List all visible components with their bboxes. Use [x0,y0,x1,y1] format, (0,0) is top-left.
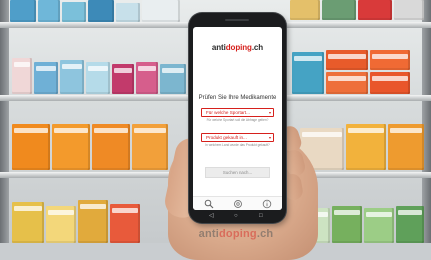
product-box [12,124,50,170]
product-box [326,50,368,70]
logo-part-anti: anti [211,43,226,52]
sport-select-label: Für welche Sportart... [206,110,250,115]
app-screen: antidoping.ch Prüfen Sie Ihre Medikament… [193,27,282,210]
product-box [292,52,324,94]
country-hint: In welchem Land wurde das Produkt gekauf… [205,143,270,147]
home-icon[interactable]: ○ [234,212,238,221]
product-box [34,62,58,94]
product-box [12,202,44,243]
app-logo: antidoping.ch [193,43,282,52]
country-select-label: Produkt gekauft in... [206,135,247,140]
product-box [12,58,32,94]
brand-watermark: antidoping.ch [191,228,281,240]
logo-part-doping: doping [225,43,252,52]
product-box [52,124,90,170]
product-box [388,124,424,170]
sport-select[interactable]: Für welche Sportart... ▾ [201,108,274,117]
info-icon[interactable] [262,199,272,209]
page-title: Prüfen Sie Ihre Medikamente [198,95,277,101]
product-box [364,208,394,243]
sport-hint: Für welche Sportart soll die Abfrage gel… [206,118,269,122]
watermark-part-anti: anti [198,228,219,240]
chevron-down-icon: ▾ [268,135,271,140]
watermark-part-ch: .ch [256,228,274,240]
settings-icon[interactable] [233,199,243,209]
product-box [346,124,386,170]
product-box [38,0,60,22]
product-box [60,60,84,94]
product-box [370,72,410,94]
product-box [88,0,114,22]
product-box [394,0,424,20]
product-box [78,200,108,243]
product-box [322,0,356,20]
recents-icon[interactable]: □ [259,212,263,221]
product-box [358,0,392,20]
product-box [110,204,140,243]
search-icon[interactable] [204,199,214,209]
bottom-tab-bar [193,196,282,210]
back-icon[interactable]: ◁ [209,212,214,221]
product-box [132,124,168,170]
search-button[interactable]: Suchen nach... [205,167,270,178]
product-box [92,124,130,170]
watermark-part-doping: doping [219,228,257,240]
product-box [290,0,320,20]
product-box [326,72,368,94]
android-nav-bar: ◁ ○ □ [193,212,282,221]
country-select[interactable]: Produkt gekauft in... ▾ [201,133,274,142]
product-box [62,2,86,22]
product-box [160,64,186,94]
product-box [46,206,76,243]
phone-speaker [225,19,249,21]
product-box [332,206,362,243]
logo-part-ch: .ch [251,43,264,52]
product-box [370,50,410,70]
product-box [396,206,424,243]
product-box [136,62,158,94]
product-box [142,0,180,22]
shelf-edge-left [0,0,9,243]
product-box [10,0,36,22]
product-box [86,62,110,94]
chevron-down-icon: ▾ [268,110,271,115]
product-box [112,64,134,94]
smartphone: antidoping.ch Prüfen Sie Ihre Medikament… [189,13,286,223]
product-box [116,3,140,22]
